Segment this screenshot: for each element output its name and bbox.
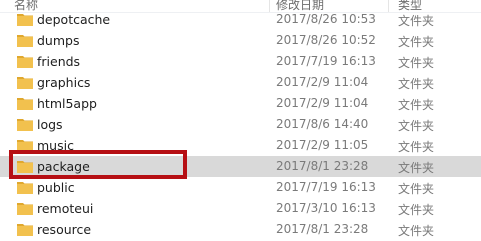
file-type: 文件夹 (398, 203, 435, 217)
file-type: 文件夹 (398, 182, 435, 196)
file-name: remoteui (37, 201, 94, 216)
file-name: resource (37, 222, 92, 237)
file-type: 文件夹 (398, 77, 435, 91)
file-name: html5app (37, 96, 97, 111)
file-date-modified: 2017/8/26 10:53 (276, 12, 376, 26)
file-type: 文件夹 (398, 161, 435, 175)
folder-icon (17, 98, 33, 110)
file-type: 文件夹 (398, 98, 435, 112)
file-type: 文件夹 (398, 56, 435, 70)
file-date-modified: 2017/2/9 11:04 (276, 75, 369, 89)
file-explorer-list: 名称 修改日期 类型 depotcache 2017/8/26 10:53 文件夹 d… (0, 0, 481, 241)
folder-icon (17, 203, 33, 215)
file-name: graphics (37, 75, 91, 90)
file-date-modified: 2017/2/9 11:05 (276, 138, 369, 152)
file-name: friends (37, 54, 81, 69)
file-date-modified: 2017/7/19 16:13 (276, 54, 376, 68)
file-list: depotcache 2017/8/26 10:53 文件夹 dumps 2017/8/… (0, 9, 481, 240)
file-type: 文件夹 (398, 140, 435, 154)
file-name: depotcache (37, 12, 111, 27)
file-type: 文件夹 (398, 35, 435, 49)
file-name: dumps (37, 33, 80, 48)
file-row-package[interactable]: package 2017/8/1 23:28 文件夹 (0, 156, 481, 177)
file-date-modified: 2017/8/1 23:28 (276, 222, 369, 236)
folder-icon (17, 77, 33, 89)
file-name: logs (37, 117, 63, 132)
folder-icon (17, 56, 33, 68)
file-date-modified: 2017/8/1 23:28 (276, 159, 369, 173)
file-date-modified: 2017/8/6 14:40 (276, 117, 369, 131)
file-type: 文件夹 (398, 224, 435, 238)
folder-icon (17, 224, 33, 236)
file-name: public (37, 180, 75, 195)
folder-icon (17, 161, 33, 173)
folder-icon (17, 14, 33, 26)
file-row-html5app[interactable]: html5app 2017/2/9 11:04 文件夹 (0, 93, 481, 114)
file-row-dumps[interactable]: dumps 2017/8/26 10:52 文件夹 (0, 30, 481, 51)
file-date-modified: 2017/2/9 11:04 (276, 96, 369, 110)
file-date-modified: 2017/8/26 10:52 (276, 33, 376, 47)
folder-icon (17, 35, 33, 47)
file-date-modified: 2017/7/19 16:13 (276, 180, 376, 194)
file-row-logs[interactable]: logs 2017/8/6 14:40 文件夹 (0, 114, 481, 135)
file-name: package (37, 159, 90, 174)
folder-icon (17, 119, 33, 131)
folder-icon (17, 182, 33, 194)
file-type: 文件夹 (398, 119, 435, 133)
file-row-depotcache[interactable]: depotcache 2017/8/26 10:53 文件夹 (0, 9, 481, 30)
file-row-music[interactable]: music 2017/2/9 11:05 文件夹 (0, 135, 481, 156)
file-row-public[interactable]: public 2017/7/19 16:13 文件夹 (0, 177, 481, 198)
file-date-modified: 2017/3/10 16:13 (276, 201, 376, 215)
file-row-friends[interactable]: friends 2017/7/19 16:13 文件夹 (0, 51, 481, 72)
file-row-remoteui[interactable]: remoteui 2017/3/10 16:13 文件夹 (0, 198, 481, 219)
file-type: 文件夹 (398, 14, 435, 28)
file-name: music (37, 138, 74, 153)
folder-icon (17, 140, 33, 152)
file-row-graphics[interactable]: graphics 2017/2/9 11:04 文件夹 (0, 72, 481, 93)
file-row-resource[interactable]: resource 2017/8/1 23:28 文件夹 (0, 219, 481, 240)
